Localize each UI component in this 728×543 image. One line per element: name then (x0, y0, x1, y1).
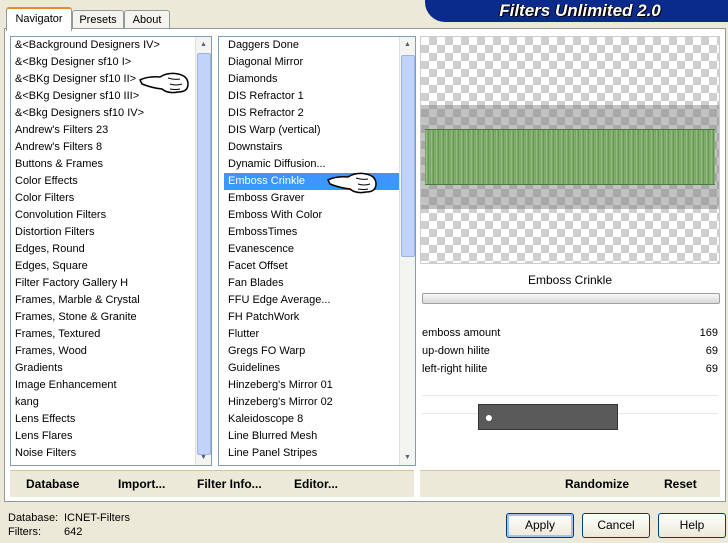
list-item[interactable]: FFU Edge Average... (224, 292, 400, 309)
category-list[interactable]: &<Background Designers IV> &<Bkg Designer… (11, 37, 195, 465)
filter-name-label: Emboss Crinkle (527, 273, 613, 287)
list-item[interactable]: Daggers Done (224, 37, 400, 54)
param-emboss-amount[interactable]: emboss amount 169 (422, 324, 718, 342)
list-item[interactable]: DIS Refractor 1 (224, 88, 400, 105)
list-item[interactable]: DIS Warp (vertical) (224, 122, 400, 139)
list-item[interactable]: Lens Effects (11, 411, 195, 428)
list-item[interactable]: Diagonal Mirror (224, 54, 400, 71)
param-value: 69 (705, 345, 718, 357)
list-item[interactable]: Line Blurred Mesh (224, 428, 400, 445)
list-item[interactable]: Facet Offset (224, 258, 400, 275)
tab-navigator[interactable]: Navigator (6, 7, 72, 31)
category-list-panel: &<Background Designers IV> &<Bkg Designer… (10, 36, 212, 466)
tab-presets[interactable]: Presets (72, 10, 124, 29)
list-item[interactable]: Andrew's Filters 23 (11, 122, 195, 139)
list-item-label: Guidelines (228, 362, 280, 374)
list-item[interactable]: kang (11, 394, 195, 411)
pointing-hand-icon (138, 72, 189, 94)
database-button[interactable]: Database (26, 477, 79, 491)
filters-count-value: 642 (64, 526, 83, 538)
filter-info-button[interactable]: Filter Info... (197, 477, 262, 491)
randomize-button[interactable]: Randomize (565, 477, 629, 491)
list-item[interactable]: Frames, Wood (11, 343, 195, 360)
list-item[interactable]: Distortion Filters (11, 224, 195, 241)
param-value: 169 (699, 327, 718, 339)
list-item[interactable]: Edges, Square (11, 258, 195, 275)
list-item[interactable]: Hinzeberg's Mirror 01 (224, 377, 400, 394)
help-button[interactable]: Help (658, 513, 726, 538)
list-item[interactable]: Noise Filters (11, 445, 195, 462)
list-item[interactable]: Frames, Stone & Granite (11, 309, 195, 326)
filter-slider[interactable] (422, 293, 720, 304)
list-item[interactable]: EmbossTimes (224, 224, 400, 241)
param-label: emboss amount (422, 327, 501, 339)
list-item[interactable]: Diamonds (224, 71, 400, 88)
list-item[interactable]: Frames, Marble & Crystal (11, 292, 195, 309)
scroll-down-icon[interactable]: ▼ (197, 451, 210, 464)
param-up-down-hilite[interactable]: up-down hilite 69 (422, 342, 718, 360)
preview-canvas (420, 36, 720, 264)
list-item[interactable]: Color Effects (11, 173, 195, 190)
param-label: up-down hilite (422, 345, 490, 357)
filters-count-label: Filters: (8, 526, 41, 538)
watermark-logo: ● disneycenter.com (478, 404, 618, 449)
list-item[interactable]: &<Background Designers IV> (11, 37, 195, 54)
param-left-right-hilite[interactable]: left-right hilite 69 (422, 360, 718, 378)
list-item[interactable]: Filter Factory Gallery H (11, 275, 195, 292)
list-item[interactable]: DIS Refractor 2 (224, 105, 400, 122)
reset-button[interactable]: Reset (664, 477, 697, 491)
mickey-icon: ● (484, 409, 494, 425)
list-item[interactable]: Gregs FO Warp (224, 343, 400, 360)
list-item[interactable]: Fan Blades (224, 275, 400, 292)
category-scrollbar[interactable]: ▲ ▼ (195, 37, 211, 465)
list-item[interactable]: Flutter (224, 326, 400, 343)
list-item[interactable]: Gradients (11, 360, 195, 377)
list-item[interactable]: Guidelines (224, 360, 400, 377)
scroll-thumb[interactable] (401, 55, 415, 257)
filter-list[interactable]: Daggers Done Diagonal Mirror Diamonds DIS R… (224, 37, 400, 465)
param-label: left-right hilite (422, 363, 488, 375)
list-item[interactable]: Convolution Filters (11, 207, 195, 224)
apply-button[interactable]: Apply (506, 513, 574, 538)
pointing-hand-icon (326, 172, 377, 194)
list-item[interactable]: Frames, Textured (11, 326, 195, 343)
list-item[interactable]: Image Enhancement (11, 377, 195, 394)
scroll-up-icon[interactable]: ▲ (401, 38, 414, 51)
list-item[interactable]: Hinzeberg's Mirror 02 (224, 394, 400, 411)
list-item[interactable]: Buttons & Frames (11, 156, 195, 173)
database-status-label: Database: (8, 512, 59, 524)
list-item[interactable]: Line Panel Stripes (224, 445, 400, 462)
list-item[interactable]: Edges, Round (11, 241, 195, 258)
divider (422, 395, 718, 396)
list-item[interactable]: &<Bkg Designers sf10 IV> (11, 105, 195, 122)
list-item[interactable]: Emboss With Color (224, 207, 400, 224)
filter-list-panel: Daggers Done Diagonal Mirror Diamonds DIS R… (218, 36, 416, 466)
list-item[interactable]: Kaleidoscope 8 (224, 411, 400, 428)
list-item[interactable]: Evanescence (224, 241, 400, 258)
database-status-value: ICNET-Filters (64, 512, 130, 524)
scroll-up-icon[interactable]: ▲ (197, 38, 210, 51)
import-button[interactable]: Import... (118, 477, 165, 491)
list-item[interactable]: Lens Flares (11, 428, 195, 445)
filter-scrollbar[interactable]: ▲ ▼ (399, 37, 415, 465)
preview-image (425, 129, 715, 185)
app-title: Filters Unlimited 2.0 (499, 1, 661, 20)
scroll-thumb[interactable] (197, 53, 211, 455)
list-item[interactable]: Color Filters (11, 190, 195, 207)
list-item[interactable]: Downstairs (224, 139, 400, 156)
list-item[interactable]: Andrew's Filters 8 (11, 139, 195, 156)
scroll-down-icon[interactable]: ▼ (401, 451, 414, 464)
tab-about[interactable]: About (124, 10, 170, 29)
watermark-text: disneycenter.com (479, 433, 598, 449)
list-item-label: DIS Refractor 2 (228, 107, 304, 119)
editor-button[interactable]: Editor... (294, 477, 338, 491)
cancel-button[interactable]: Cancel (582, 513, 650, 538)
list-item[interactable]: FH PatchWork (224, 309, 400, 326)
param-value: 69 (705, 363, 718, 375)
list-item-label: Flutter (228, 328, 260, 340)
